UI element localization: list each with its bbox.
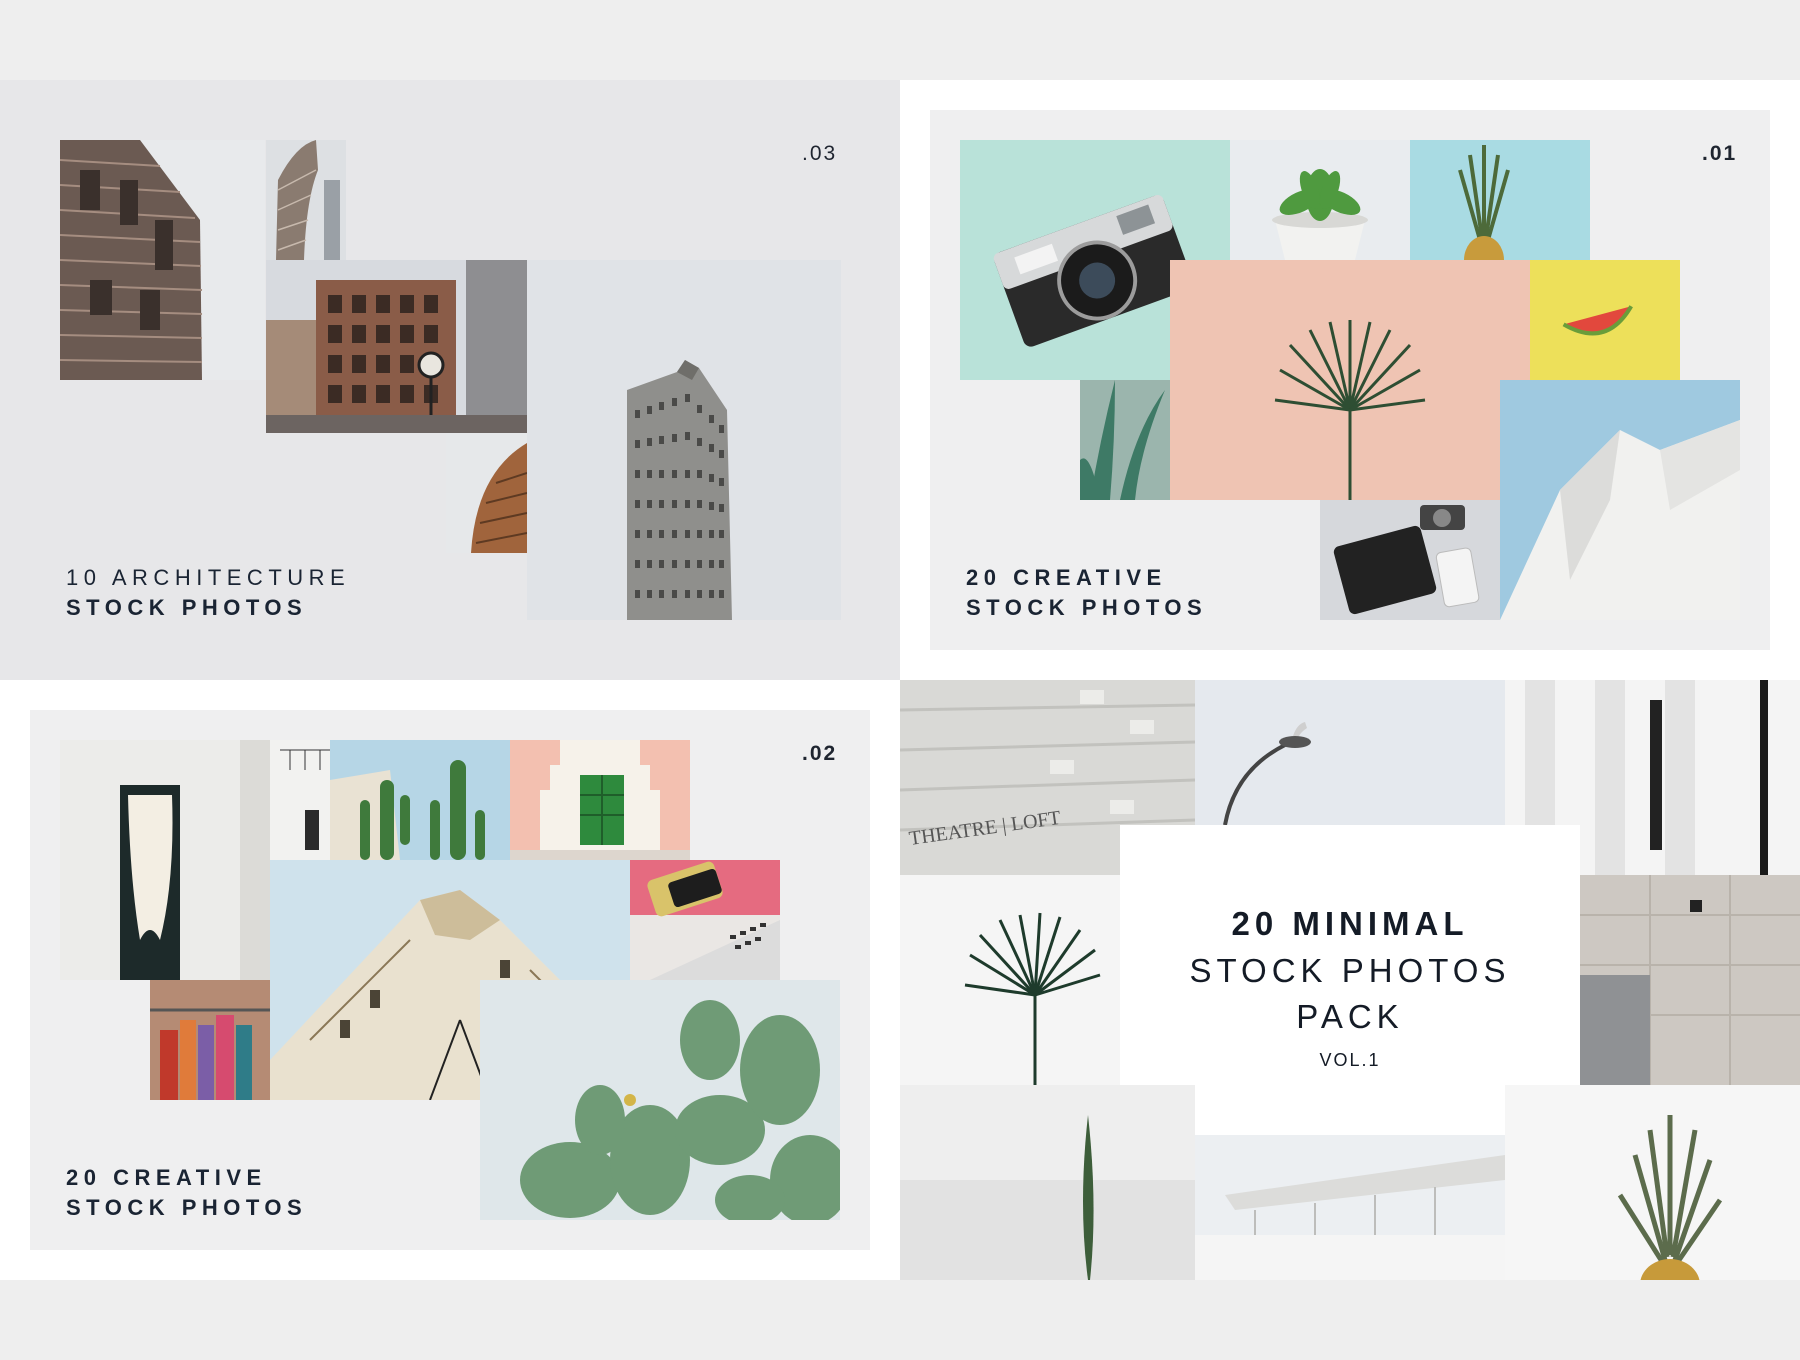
flatiron-photo <box>527 260 841 620</box>
caption-line-1: 10 ARCHITECTURE <box>66 565 351 590</box>
creative-panel-01-frame: .01 20 CREATIVE STOCK PHOTOS <box>900 80 1800 680</box>
panel-number: .03 <box>802 142 838 165</box>
clothes-hangers-photo <box>150 980 270 1100</box>
cactus-photo <box>330 740 510 860</box>
street-lamp-photo <box>1195 680 1505 825</box>
white-architecture-photo <box>1500 380 1740 620</box>
palm-leaf-photo <box>1170 260 1530 500</box>
architecture-panel: .03 10 ARCHITECTURE STOCK PHOTOS <box>0 80 900 680</box>
palm-white-photo <box>900 875 1120 1085</box>
cypress-photo <box>900 1085 1195 1280</box>
title-line-3: PACK <box>1296 998 1404 1035</box>
city-street-photo <box>266 260 527 433</box>
prickly-pear-photo <box>480 980 840 1220</box>
theatre-sign-text: THEATRE | LOFT <box>908 807 1062 850</box>
succulent-photo <box>1230 140 1410 260</box>
agave-photo <box>1080 380 1170 500</box>
creative-panel-02: .02 20 CREATIVE STOCK PHOTOS <box>30 710 870 1250</box>
green-window-photo <box>510 740 690 860</box>
panel-number: .01 <box>1702 142 1738 165</box>
balcony-photo <box>270 740 330 860</box>
pineapple-blue-photo <box>1410 140 1590 260</box>
minimal-collage: THEATRE | LOFT 20 MINIMAL STOCK PHOTOS P… <box>900 680 1800 1280</box>
caption-line-2: STOCK PHOTOS <box>66 1195 308 1220</box>
tower-photo <box>266 140 346 260</box>
caption-line-2: STOCK PHOTOS <box>66 595 308 620</box>
panel-caption: 20 CREATIVE STOCK PHOTOS <box>66 1163 307 1223</box>
creative-panel-01: .01 20 CREATIVE STOCK PHOTOS <box>930 110 1770 650</box>
title-line-1: 20 MINIMAL <box>1231 905 1469 942</box>
panel-caption: 20 CREATIVE STOCK PHOTOS <box>966 563 1207 623</box>
title-line-4: VOL.1 <box>1319 1050 1381 1070</box>
caption-line-1: 20 CREATIVE <box>966 565 1167 590</box>
flatlay-devices-photo <box>630 860 780 980</box>
watermelon-photo <box>1530 260 1680 380</box>
tablet-phone-photo <box>1320 500 1500 620</box>
caption-line-1: 20 CREATIVE <box>66 1165 267 1190</box>
marble-wall-photo <box>1580 875 1800 1085</box>
white-roof-photo <box>1195 1135 1505 1280</box>
pineapple-white-photo <box>1505 1085 1800 1280</box>
caption-line-2: STOCK PHOTOS <box>966 595 1208 620</box>
panel-number: .02 <box>802 742 838 765</box>
copper-building-photo <box>446 433 527 553</box>
white-door-photo <box>60 740 270 980</box>
facade-photo <box>60 140 265 380</box>
title-line-2: STOCK PHOTOS <box>1189 952 1511 989</box>
creative-panel-02-frame: .02 20 CREATIVE STOCK PHOTOS <box>0 680 900 1280</box>
panel-caption: 10 ARCHITECTURE STOCK PHOTOS <box>66 563 350 623</box>
